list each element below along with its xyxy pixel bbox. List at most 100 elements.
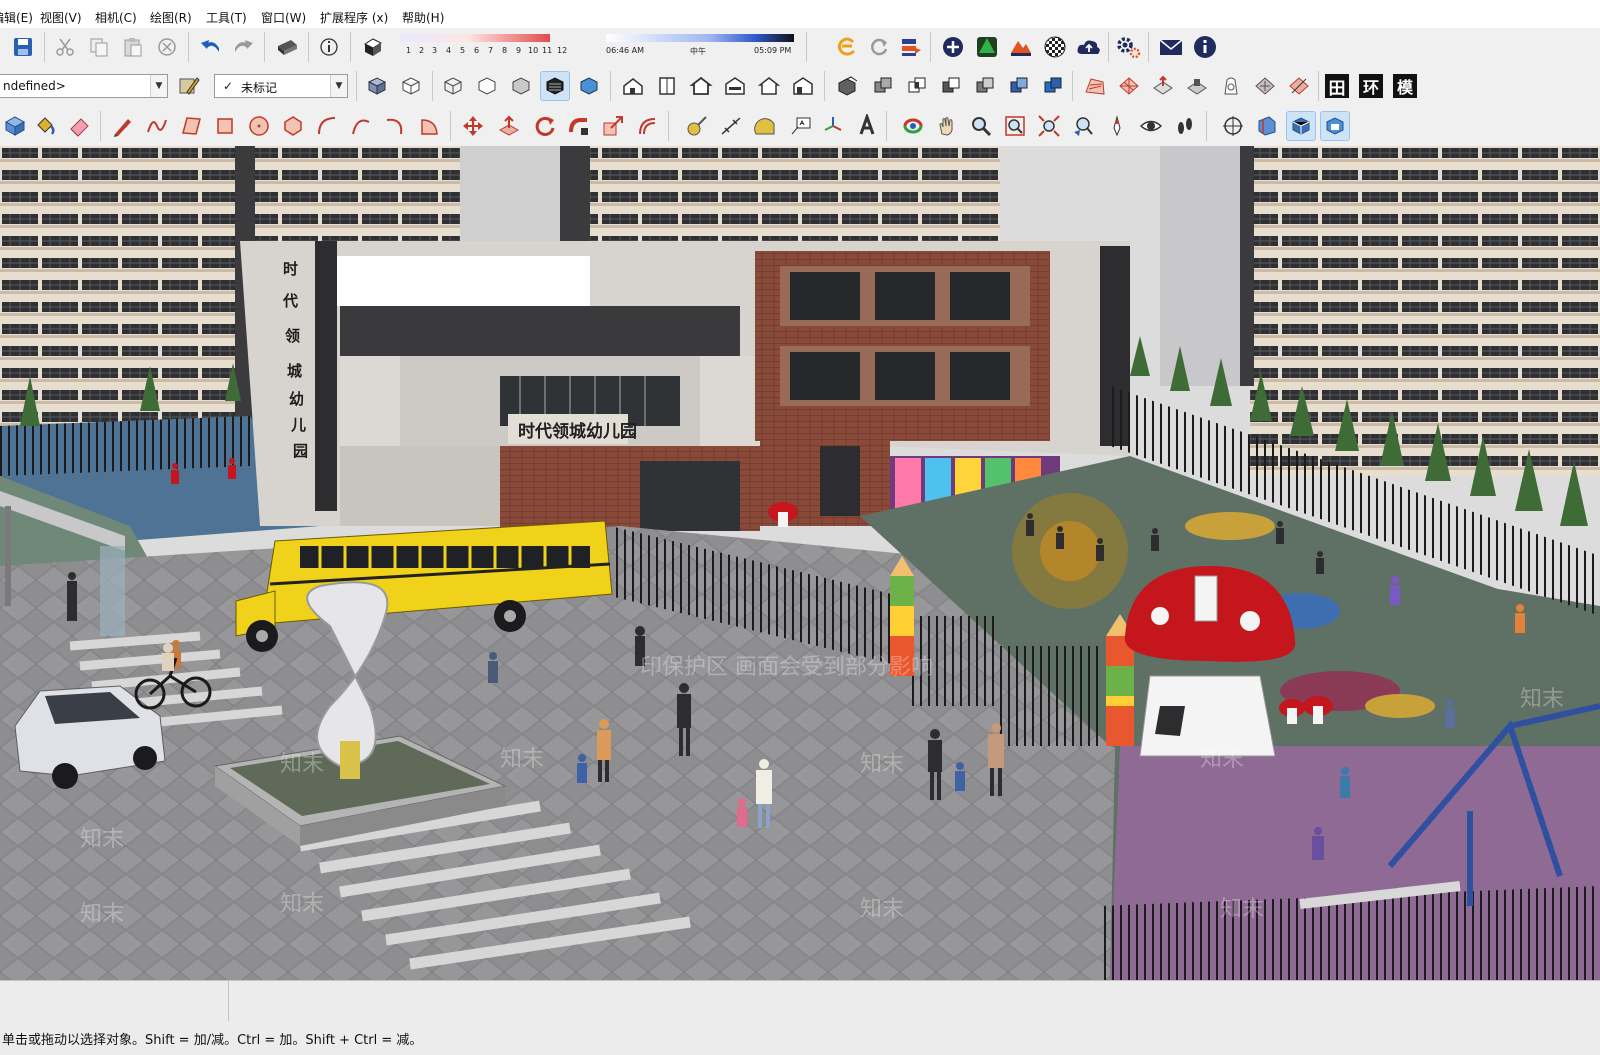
- menu-window[interactable]: 窗口(W): [261, 9, 306, 26]
- menu-tools[interactable]: 工具(T): [206, 9, 247, 26]
- extension-manager-button[interactable]: [1114, 32, 1144, 62]
- front-view-button[interactable]: [686, 71, 716, 101]
- terrain-button[interactable]: [1006, 32, 1036, 62]
- component-button[interactable]: [0, 111, 30, 141]
- add-detail-button[interactable]: [1250, 71, 1280, 101]
- section-plane-button[interactable]: [1218, 111, 1248, 141]
- orbit-button[interactable]: [898, 111, 928, 141]
- split-button[interactable]: [1004, 71, 1034, 101]
- drape-button[interactable]: [1216, 71, 1246, 101]
- measurements-box[interactable]: [0, 981, 229, 1021]
- top-view-button[interactable]: [652, 71, 682, 101]
- pan-button[interactable]: [932, 111, 962, 141]
- circle-tool-button[interactable]: [244, 111, 274, 141]
- iso-view-button[interactable]: [618, 71, 648, 101]
- left-view-button[interactable]: [788, 71, 818, 101]
- back-view-button[interactable]: [754, 71, 784, 101]
- trim-button[interactable]: [970, 71, 1000, 101]
- sandbox-scratch-button[interactable]: [1114, 71, 1144, 101]
- menu-draw[interactable]: 绘图(R): [150, 9, 192, 26]
- env-plugin-button[interactable]: 环: [1356, 71, 1386, 101]
- month-slider[interactable]: [400, 34, 550, 42]
- model-info-button[interactable]: [314, 32, 344, 62]
- two-point-arc-button[interactable]: [346, 111, 376, 141]
- outer-shell-button[interactable]: [832, 71, 862, 101]
- save-button[interactable]: [8, 32, 38, 62]
- photo-texture-button[interactable]: [1040, 32, 1070, 62]
- paste-button[interactable]: [118, 32, 148, 62]
- transfer-button[interactable]: [896, 32, 926, 62]
- display-section-fill-button[interactable]: [1320, 111, 1350, 141]
- dimension-button[interactable]: [716, 111, 746, 141]
- stamp-button[interactable]: [1182, 71, 1212, 101]
- menu-edit[interactable]: 编辑(E): [0, 9, 33, 26]
- paint-bucket-button[interactable]: [30, 111, 60, 141]
- arc-tool-button[interactable]: [312, 111, 342, 141]
- back-edges-button[interactable]: [396, 71, 426, 101]
- zoom-button[interactable]: [966, 111, 996, 141]
- display-section-cuts-button[interactable]: [1286, 111, 1316, 141]
- pie-tool-button[interactable]: [414, 111, 444, 141]
- rectangle-tool-button[interactable]: [176, 111, 206, 141]
- cut-button[interactable]: [50, 32, 80, 62]
- three-point-arc-button[interactable]: [380, 111, 410, 141]
- extension-warehouse-button[interactable]: [832, 32, 862, 62]
- menu-extensions[interactable]: 扩展程序 (x): [320, 9, 388, 26]
- add-location-button[interactable]: [938, 32, 968, 62]
- walk-button[interactable]: [1170, 111, 1200, 141]
- model-plugin-button[interactable]: 模: [1390, 71, 1420, 101]
- views-plugin-button[interactable]: 田: [1322, 71, 1352, 101]
- about-button[interactable]: [1190, 32, 1220, 62]
- copy-button[interactable]: [84, 32, 114, 62]
- line-tool-button[interactable]: [108, 111, 138, 141]
- sync-button[interactable]: [864, 32, 894, 62]
- sandbox-contours-button[interactable]: [1080, 71, 1110, 101]
- flip-edge-button[interactable]: [1284, 71, 1314, 101]
- zoom-window-button[interactable]: [1000, 111, 1030, 141]
- style-edit-button[interactable]: [174, 71, 204, 101]
- shaded-button[interactable]: [506, 71, 536, 101]
- time-slider[interactable]: [606, 34, 794, 42]
- model-viewport[interactable]: 时代领城幼儿园 时 代 领 城 幼 儿 园 知末 知末 知末 知末 知末 知末 …: [0, 146, 1600, 980]
- tape-measure-button[interactable]: [682, 111, 712, 141]
- add-tree-button[interactable]: [972, 32, 1002, 62]
- cloud-upload-button[interactable]: [1074, 32, 1104, 62]
- solid-tools-button[interactable]: [1038, 71, 1068, 101]
- subtract-button[interactable]: [936, 71, 966, 101]
- protractor-button[interactable]: [750, 111, 780, 141]
- rotated-rectangle-button[interactable]: [210, 111, 240, 141]
- zoom-extents-button[interactable]: [1034, 111, 1064, 141]
- monochrome-button[interactable]: [574, 71, 604, 101]
- send-mail-button[interactable]: [1156, 32, 1186, 62]
- display-section-planes-button[interactable]: [1252, 111, 1282, 141]
- previous-view-button[interactable]: [1068, 111, 1098, 141]
- redo-button[interactable]: [228, 32, 258, 62]
- axes-tool-button[interactable]: [818, 111, 848, 141]
- print-button[interactable]: [272, 32, 302, 62]
- rotate-tool-button[interactable]: [530, 111, 560, 141]
- union-button[interactable]: [868, 71, 898, 101]
- style-select[interactable]: ndefined> ▼: [0, 74, 168, 98]
- polygon-tool-button[interactable]: [278, 111, 308, 141]
- eraser-button[interactable]: [64, 111, 94, 141]
- look-around-button[interactable]: [1136, 111, 1166, 141]
- push-pull-button[interactable]: [494, 111, 524, 141]
- text-tool-button[interactable]: [786, 111, 816, 141]
- offset-tool-button[interactable]: [632, 111, 662, 141]
- tag-select[interactable]: ✓ 未标记 ▼: [214, 74, 348, 98]
- undo-button[interactable]: [196, 32, 226, 62]
- xray-button[interactable]: [362, 71, 392, 101]
- delete-button[interactable]: [152, 32, 182, 62]
- move-tool-button[interactable]: [458, 111, 488, 141]
- scale-tool-button[interactable]: [598, 111, 628, 141]
- smoove-button[interactable]: [1148, 71, 1178, 101]
- menu-view[interactable]: 视图(V): [40, 9, 82, 26]
- 3d-text-button[interactable]: [852, 111, 882, 141]
- intersect-button[interactable]: [902, 71, 932, 101]
- shadows-toggle-button[interactable]: [358, 32, 388, 62]
- shaded-textures-button[interactable]: [540, 71, 570, 101]
- wireframe-button[interactable]: [438, 71, 468, 101]
- follow-me-button[interactable]: [564, 111, 594, 141]
- hidden-line-button[interactable]: [472, 71, 502, 101]
- menu-help[interactable]: 帮助(H): [402, 9, 444, 26]
